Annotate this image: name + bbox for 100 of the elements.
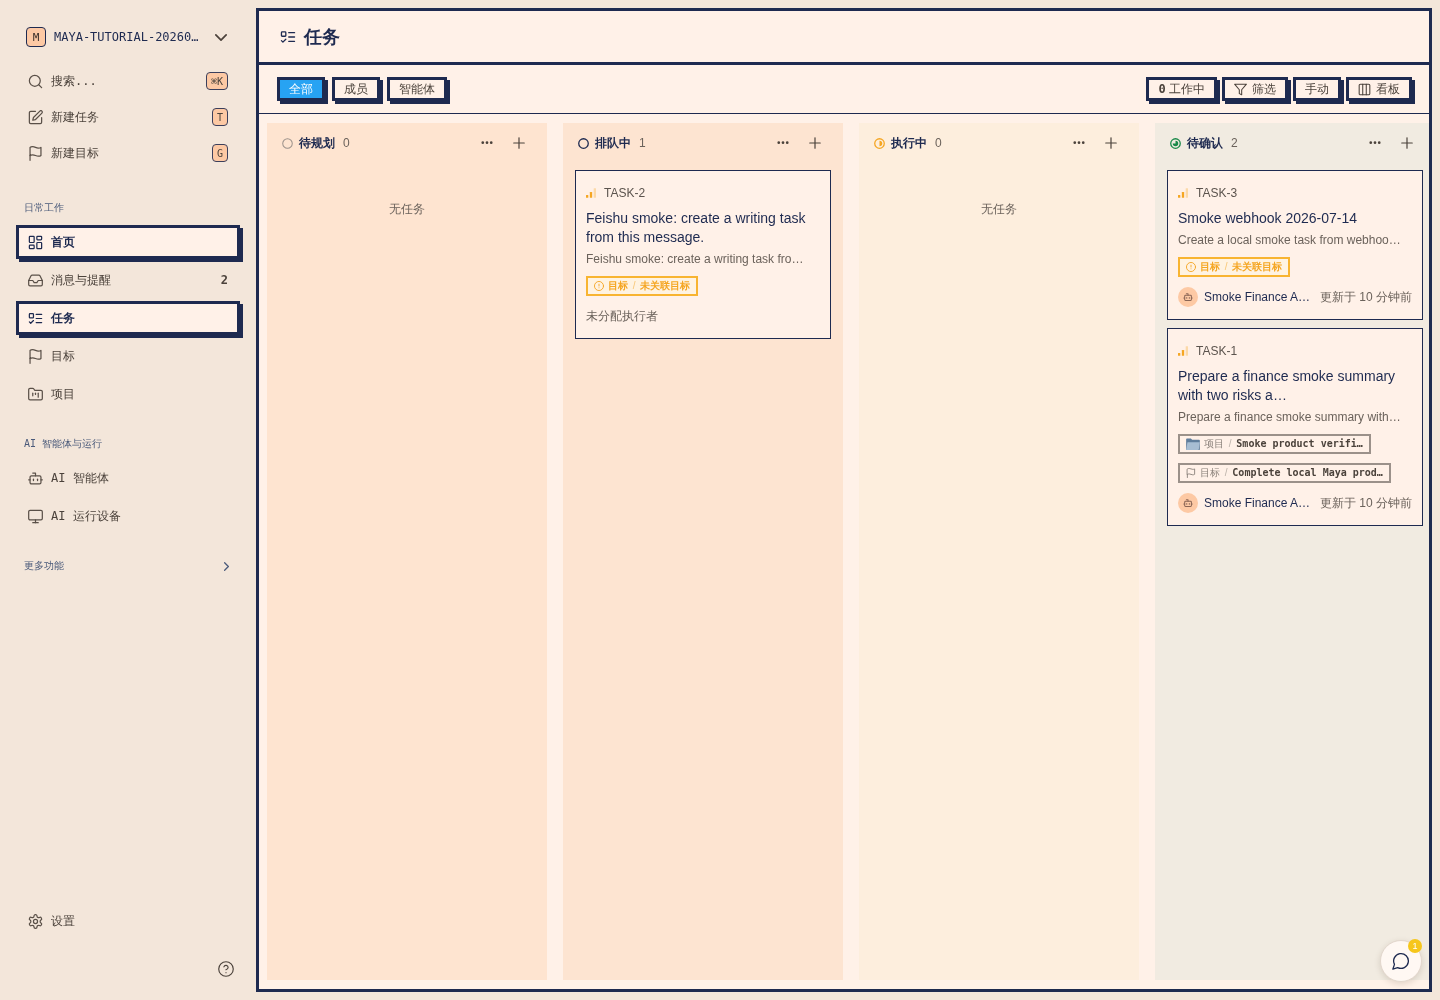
- settings-icon: [28, 913, 43, 929]
- ellipsis-icon: [1073, 141, 1085, 145]
- signal-bars-icon: [1178, 346, 1188, 356]
- monitor-icon: [28, 508, 43, 524]
- workspace-initial: M: [26, 27, 46, 47]
- tag-text: 项目 / Smoke product verifi…: [1204, 437, 1363, 451]
- nav-item[interactable]: 目标: [16, 339, 240, 373]
- column-count: 0: [343, 136, 350, 150]
- updated-time: 更新于 10 分钟前: [1320, 288, 1412, 306]
- column-title: 待确认: [1187, 134, 1223, 152]
- grid-icon: [28, 234, 43, 250]
- search-icon: [28, 73, 43, 89]
- plus-icon: [1105, 137, 1117, 149]
- assignee-name: Smoke Finance A…: [1204, 496, 1311, 510]
- checklist-icon: [280, 28, 296, 45]
- tag-text: 目标 / Complete local Maya prod…: [1200, 466, 1383, 480]
- ellipsis-icon: [777, 141, 789, 145]
- circle-status-icon: [282, 137, 293, 149]
- task-description: Prepare a finance smoke summary with…: [1178, 409, 1401, 425]
- new-goal-button[interactable]: 新建目标: [16, 136, 212, 170]
- checklist-icon: [28, 310, 43, 326]
- tag-text: 目标 / 未关联目标: [1200, 260, 1283, 274]
- column-title: 排队中: [595, 134, 631, 152]
- nav-item[interactable]: AI 运行设备: [16, 499, 240, 533]
- column-title: 执行中: [891, 134, 927, 152]
- search-button[interactable]: 搜索...: [16, 64, 206, 98]
- ellipsis-icon: [481, 141, 493, 145]
- signal-bars-icon: [1178, 188, 1188, 198]
- section-title: 日常工作: [23, 201, 65, 215]
- plus-icon: [1401, 137, 1413, 149]
- shortcut-key: ⌘K: [205, 72, 228, 90]
- flag-icon: [28, 145, 43, 161]
- column-title: 待规划: [299, 134, 335, 152]
- plus-icon: [513, 137, 525, 149]
- more-button[interactable]: [1367, 139, 1383, 147]
- shortcut-key: G: [211, 144, 228, 162]
- more-button[interactable]: [1071, 139, 1087, 147]
- tag-text: 目标 / 未关联目标: [608, 279, 691, 293]
- plus-icon: [809, 137, 821, 149]
- inbox-icon: [28, 272, 43, 288]
- task-id: TASK-3: [1196, 186, 1238, 200]
- half-circle-status-icon: [874, 137, 885, 149]
- chat-bubble-icon: [1392, 952, 1410, 970]
- more-button[interactable]: [479, 139, 495, 147]
- alert-circle-icon: [594, 281, 604, 291]
- task-title: Feishu smoke: create a writing task from this message.: [586, 209, 807, 247]
- filter-button[interactable]: 筛选: [1222, 77, 1288, 101]
- chevron-down-icon: [215, 33, 227, 41]
- nav-item[interactable]: AI 智能体: [16, 461, 240, 495]
- alert-circle-icon: [1186, 262, 1196, 272]
- assignee-text: 未分配执行者: [586, 307, 658, 325]
- add-button[interactable]: [1103, 135, 1119, 151]
- sort-mode-button[interactable]: 手动: [1293, 77, 1341, 101]
- task-card[interactable]: TASK-2 Feishu smoke: create a writing task from this message. Feishu smoke: create a writing task fro… 目标 / 未关联目标 未分配执行者: [575, 170, 831, 339]
- empty-state-text: 无任务: [389, 201, 425, 217]
- working-count-button[interactable]: 0 工作中: [1146, 77, 1217, 101]
- flag-icon: [1186, 468, 1196, 478]
- shortcut-key: T: [211, 108, 228, 126]
- add-button[interactable]: [511, 135, 527, 151]
- folder-icon: [28, 386, 43, 402]
- robot-icon: [28, 470, 43, 486]
- ellipsis-icon: [1369, 141, 1381, 145]
- task-description: Create a local smoke task from webhoo…: [1178, 232, 1401, 248]
- folder-icon: [1186, 438, 1200, 450]
- view-mode-button[interactable]: 看板: [1346, 77, 1412, 101]
- empty-state-text: 无任务: [981, 201, 1017, 217]
- add-button[interactable]: [807, 135, 823, 151]
- robot-avatar-icon: [1178, 493, 1198, 513]
- task-card[interactable]: TASK-3 Smoke webhook 2026-07-14 Create a local smoke task from webhoo… 目标 / 未关联目标 Smoke Finance A… 更新于 10 分钟前: [1167, 170, 1423, 320]
- pie-circle-status-icon: [1170, 137, 1181, 149]
- column-count: 1: [639, 136, 646, 150]
- new-task-button[interactable]: 新建任务: [16, 100, 212, 134]
- section-title: AI 智能体与运行: [23, 437, 104, 451]
- task-description: Feishu smoke: create a writing task fro…: [586, 251, 804, 267]
- pencil-square-icon: [28, 109, 43, 125]
- nav-item[interactable]: 首页: [16, 225, 240, 259]
- circle-status-icon: [578, 137, 589, 149]
- task-title: Prepare a finance smoke summary with two risks a…: [1178, 367, 1397, 405]
- task-title: Smoke webhook 2026-07-14: [1178, 209, 1357, 228]
- robot-avatar-icon: [1178, 287, 1198, 307]
- signal-bars-icon: [586, 188, 596, 198]
- columns-icon: [1358, 82, 1371, 96]
- add-button[interactable]: [1399, 135, 1415, 151]
- settings-button[interactable]: 设置: [16, 904, 240, 938]
- unread-count: 1: [1408, 939, 1422, 953]
- more-button[interactable]: [775, 139, 791, 147]
- unread-count: 2: [220, 273, 228, 287]
- tab[interactable]: 智能体: [387, 77, 447, 101]
- nav-item[interactable]: 消息与提醒: [16, 263, 221, 297]
- task-id: TASK-1: [1196, 344, 1238, 358]
- more-features-toggle[interactable]: 更多功能: [16, 556, 240, 576]
- nav-item[interactable]: 项目: [16, 377, 240, 411]
- workspace-switcher[interactable]: M MAYA-TUTORIAL-20260…: [16, 24, 240, 50]
- nav-item[interactable]: 任务: [16, 301, 240, 335]
- column-count: 2: [1231, 136, 1238, 150]
- task-card[interactable]: TASK-1 Prepare a finance smoke summary with two risks a… Prepare a finance smoke summary with… 项目 / Smoke product verifi… 目标 / Complete local Maya prod… Smoke Finance A… 更新于 10 分钟前: [1167, 328, 1423, 526]
- flag-icon: [28, 348, 43, 364]
- help-button[interactable]: [218, 961, 234, 977]
- tab[interactable]: 成员: [332, 77, 380, 101]
- assignee-name: Smoke Finance A…: [1204, 290, 1311, 304]
